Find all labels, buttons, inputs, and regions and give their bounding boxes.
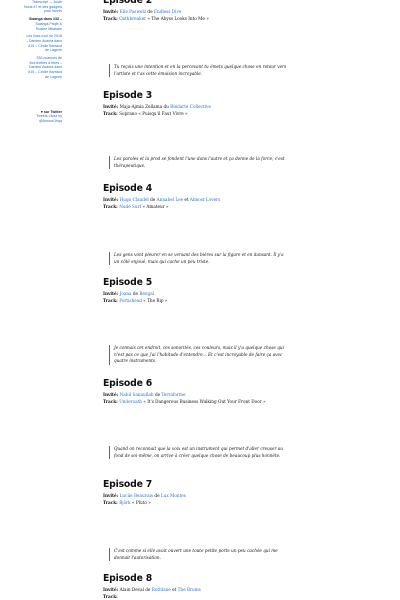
episode-track-link[interactable]: Portishead bbox=[119, 298, 142, 303]
episode-quote: Les paroles et la prod se fondent l'une … bbox=[109, 156, 289, 170]
episode-title[interactable]: Episode 7 bbox=[103, 479, 303, 490]
episode-track-label: Track: bbox=[103, 399, 120, 404]
episode-guest: Invité: Joana de Bengal bbox=[103, 290, 303, 297]
episode-guest-label: Invité: bbox=[103, 291, 120, 296]
episode-guest-text: de bbox=[153, 493, 161, 498]
episode-track: Track: bbox=[103, 593, 303, 600]
episode-guest-link[interactable]: Lux Montes bbox=[161, 493, 186, 498]
episode-guest-text: de bbox=[146, 9, 154, 14]
episode-quote: Tu reçois une intention et en la perceva… bbox=[109, 64, 289, 78]
episode-guest-text: Alain Deval bbox=[119, 587, 144, 592]
episode-title[interactable]: Episode 6 bbox=[103, 378, 303, 389]
episode-track-text: « The Abyss Looks Into Me » bbox=[146, 16, 209, 21]
episode-track-label: Track: bbox=[103, 16, 120, 21]
episode-title[interactable]: Episode 5 bbox=[103, 277, 303, 288]
episode-entry: Episode 5 Invité: Joana de Bengal Track: P… bbox=[103, 277, 303, 304]
episode-title[interactable]: Episode 3 bbox=[103, 90, 303, 101]
sidebar-comment-line[interactable]: de Lagerie bbox=[18, 75, 62, 80]
episode-guest-link[interactable]: Almost Lovers bbox=[190, 197, 220, 202]
episode-guest: Invité: Elie Paswelz de Endless Dive bbox=[103, 8, 303, 15]
episode-track-link[interactable]: Björk bbox=[119, 500, 130, 505]
episode-track-text: « Amateur » bbox=[141, 204, 169, 209]
episode-entry: Episode 8 Invité: Alain Deval de Rothlane… bbox=[103, 573, 303, 600]
episode-guest-text: de bbox=[143, 587, 152, 592]
episode-track: Track: Björk « Pluto » bbox=[103, 499, 303, 506]
episode-track: Track: Underoath « It's Dangerous Busine… bbox=[103, 398, 303, 405]
episode-guest-text: de bbox=[148, 197, 157, 202]
episode-track-label: Track: bbox=[103, 111, 120, 116]
episode-entry: Episode 6 Invité: Nabil Sanaullah de Terr… bbox=[103, 378, 303, 405]
episode-track-link[interactable]: Underoath bbox=[119, 399, 142, 404]
episode-guest-text: et bbox=[183, 197, 190, 202]
episode-track-text: « Pluto » bbox=[130, 500, 151, 505]
episode-guest-label: Invité: bbox=[103, 392, 120, 397]
episode-guest-label: Invité: bbox=[103, 493, 120, 498]
episode-guest-link[interactable]: Hugo Claudel bbox=[120, 197, 149, 202]
episode-guest-link[interactable]: Elie Paswelz bbox=[120, 9, 146, 14]
episode-entry: Episode 4 Invité: Hugo Claudel de Annabel… bbox=[103, 183, 303, 210]
episode-track-text: « The Rip » bbox=[141, 298, 168, 303]
sidebar: Transcript — Juste Nous #7 et des gadgets… bbox=[18, 0, 62, 124]
episode-guest-link[interactable]: The Brums bbox=[178, 587, 201, 592]
episode-track-link[interactable]: Oathbreaker bbox=[119, 16, 146, 21]
episode-guest-link[interactable]: Blédarte Collective bbox=[170, 104, 211, 109]
episode-guest-label: Invité: bbox=[103, 104, 120, 109]
episode-track-link[interactable]: Nude Surf bbox=[119, 204, 141, 209]
episode-quote: Je connais cet endroit, ces sonorités, c… bbox=[109, 345, 289, 365]
episode-track-label: Track: bbox=[103, 204, 120, 209]
episode-track: Track: Soprano « Puisqu'il Faut Vivre » bbox=[103, 110, 303, 117]
episode-guest-link[interactable]: Bengal bbox=[139, 291, 154, 296]
episode-guest-link[interactable]: Nabil Sanaullah bbox=[120, 392, 154, 397]
twitter-handle-link[interactable]: @AmourOhqa bbox=[18, 119, 62, 124]
episode-quote: C'est comme si elle avait ouvert une tou… bbox=[109, 548, 289, 562]
episode-title[interactable]: Episode 8 bbox=[103, 573, 303, 584]
episode-guest: Invité: Hugo Claudel de Annabel Lee et A… bbox=[103, 196, 303, 203]
episode-guest: Invité: Nabil Sanaullah de Terraforme bbox=[103, 391, 303, 398]
episode-guest-label: Invité: bbox=[103, 587, 120, 592]
episode-quote: Quand on reconnait que la voix est un in… bbox=[109, 446, 289, 460]
episode-track: Track: Nude Surf « Amateur » bbox=[103, 203, 303, 210]
episode-guest-text: Maja-Ajmia Zellama du bbox=[119, 104, 171, 109]
episode-title[interactable]: Episode 4 bbox=[103, 183, 303, 194]
episode-track-text: « It's Dangerous Business Walking Out Yo… bbox=[141, 399, 266, 404]
episode-guest-link[interactable]: Endless Dive bbox=[154, 9, 181, 14]
episode-guest-link[interactable]: Lucile Beauvais bbox=[120, 493, 153, 498]
episode-track-label: Track: bbox=[103, 594, 118, 599]
episode-entry: Episode 7 Invité: Lucile Beauvais de Lux … bbox=[103, 479, 303, 506]
recent-comments-list: Transcript — Juste Nous #7 et des gadgets… bbox=[18, 0, 62, 80]
episode-guest: Invité: Alain Deval de Rothlane et The B… bbox=[103, 586, 303, 593]
episode-entry: Episode 2 Invité: Elie Paswelz de Endless… bbox=[103, 0, 303, 22]
episode-quote: Les gens vont pleurer en se versant des … bbox=[109, 252, 289, 266]
episode-guest-link[interactable]: Rothlane bbox=[152, 587, 171, 592]
episode-track: Track: Portishead « The Rip » bbox=[103, 297, 303, 304]
episode-guest-link[interactable]: Annabel Lee bbox=[157, 197, 183, 202]
episode-guest-link[interactable]: Joana bbox=[120, 291, 132, 296]
episode-entry: Episode 3 Invité: Maja-Ajmia Zellama du B… bbox=[103, 90, 303, 117]
episode-guest-label: Invité: bbox=[103, 197, 120, 202]
episode-guest-label: Invité: bbox=[103, 9, 120, 14]
episode-track-text: Soprano « Puisqu'il Faut Vivre » bbox=[119, 111, 188, 116]
episode-guest-link[interactable]: Terraforme bbox=[161, 392, 185, 397]
episode-guest: Invité: Lucile Beauvais de Lux Montes bbox=[103, 492, 303, 499]
episode-guest: Invité: Maja-Ajmia Zellama du Blédarte C… bbox=[103, 103, 303, 110]
episode-track-label: Track: bbox=[103, 298, 120, 303]
episode-track-label: Track: bbox=[103, 500, 120, 505]
episode-track: Track: Oathbreaker « The Abyss Looks Int… bbox=[103, 15, 303, 22]
episode-guest-text: et bbox=[170, 587, 178, 592]
